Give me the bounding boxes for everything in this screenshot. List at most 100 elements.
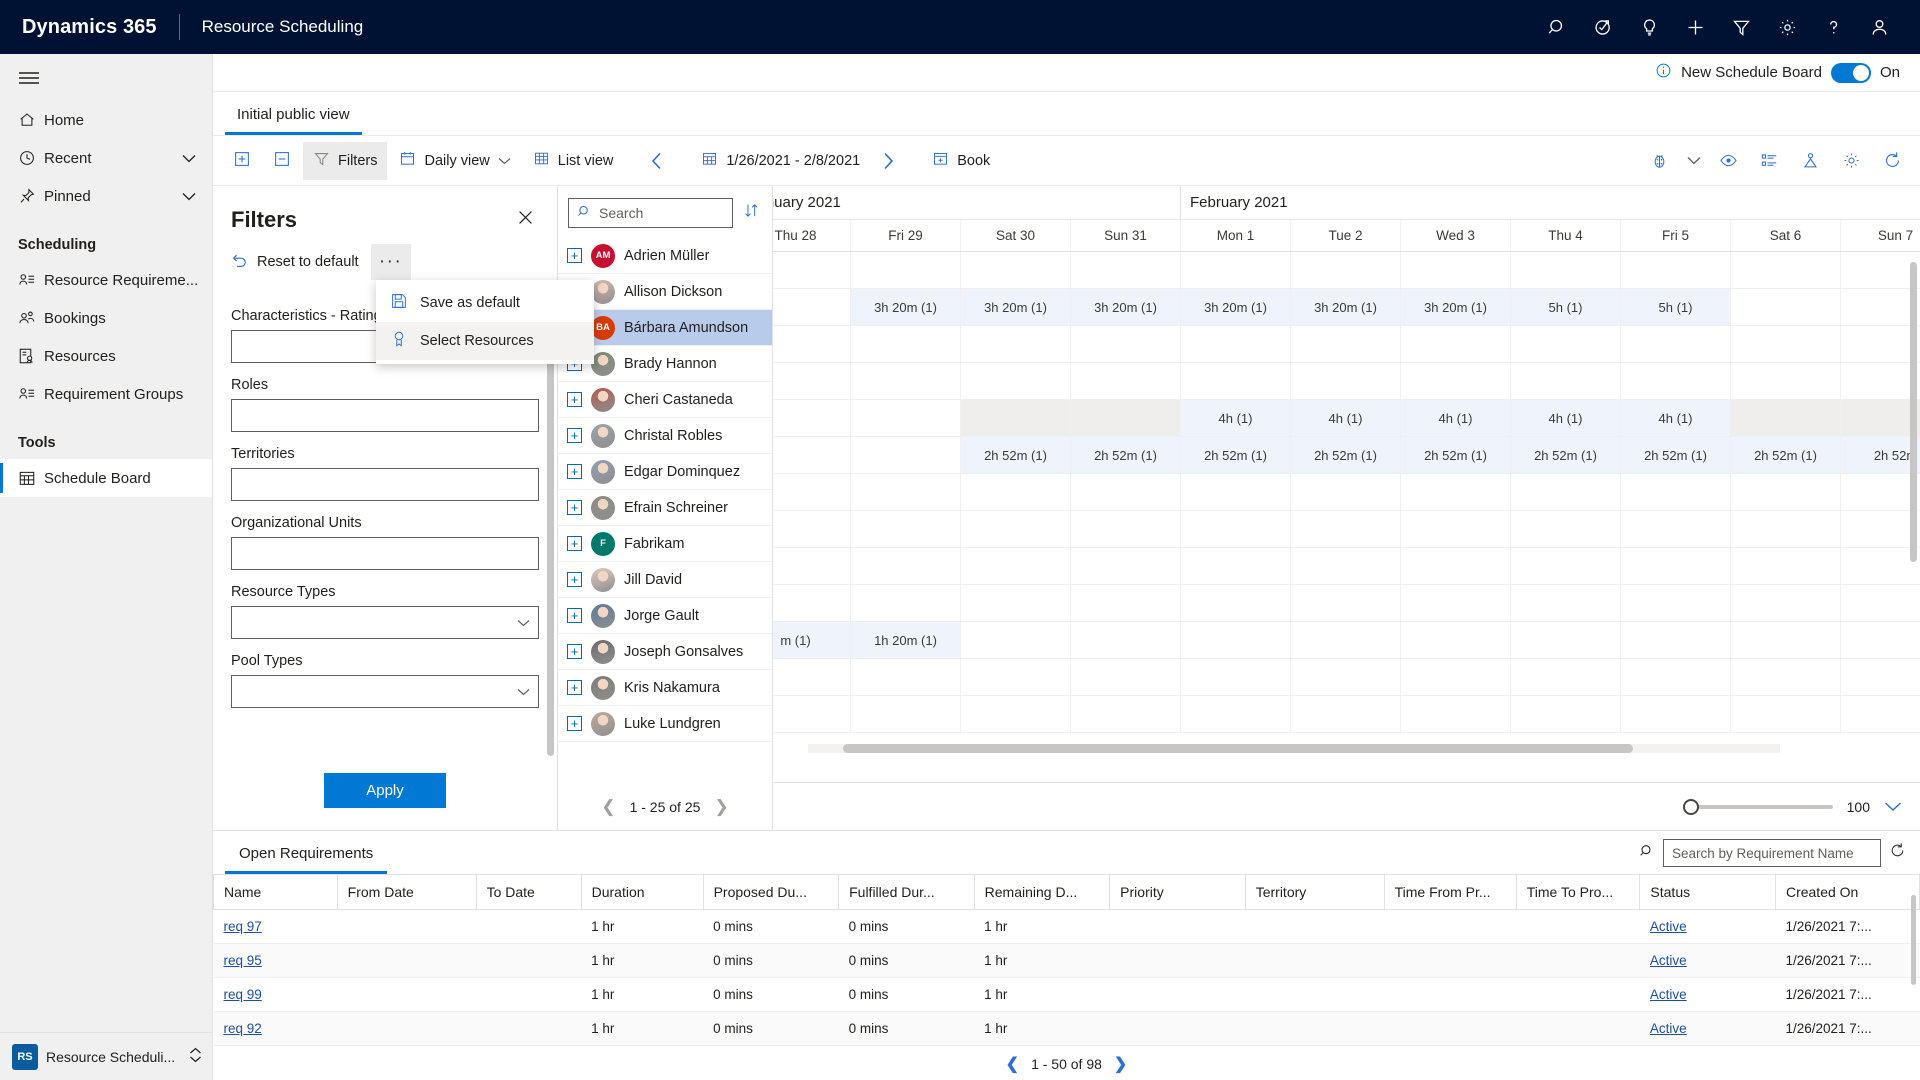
schedule-cell[interactable] bbox=[1291, 326, 1401, 362]
schedule-cell[interactable] bbox=[1291, 252, 1401, 288]
chevron-down-icon[interactable] bbox=[180, 192, 198, 201]
schedule-cell[interactable] bbox=[1841, 696, 1920, 732]
schedule-cell[interactable] bbox=[1511, 363, 1621, 399]
tab-open-requirements[interactable]: Open Requirements bbox=[225, 841, 388, 874]
schedule-cell[interactable] bbox=[1071, 326, 1181, 362]
gear-icon[interactable] bbox=[1832, 142, 1871, 180]
table-cell-name[interactable]: req 99 bbox=[213, 977, 338, 1012]
schedule-cell[interactable] bbox=[1401, 474, 1511, 510]
menu-item-save-as-default[interactable]: Save as default bbox=[376, 284, 594, 322]
schedule-cell[interactable] bbox=[1841, 622, 1920, 658]
schedule-cell[interactable] bbox=[1181, 622, 1291, 658]
schedule-cell[interactable] bbox=[1731, 511, 1841, 547]
schedule-cell[interactable] bbox=[1401, 363, 1511, 399]
schedule-cell[interactable] bbox=[851, 252, 961, 288]
sidebar-item-pinned[interactable]: Pinned bbox=[0, 177, 212, 215]
schedule-cell[interactable]: 3h 20m (1) bbox=[961, 289, 1071, 325]
organizational-units-input[interactable] bbox=[231, 537, 539, 570]
schedule-cell[interactable] bbox=[1291, 659, 1401, 695]
schedule-cell[interactable] bbox=[1841, 548, 1920, 584]
list-icon[interactable] bbox=[1750, 142, 1789, 180]
schedule-cell[interactable] bbox=[1181, 326, 1291, 362]
schedule-cell[interactable] bbox=[851, 400, 961, 436]
schedule-cell[interactable] bbox=[1841, 252, 1920, 288]
schedule-cell[interactable] bbox=[1621, 622, 1731, 658]
expand-resource-icon[interactable]: + bbox=[567, 608, 582, 623]
schedule-cell[interactable] bbox=[851, 659, 961, 695]
schedule-cell[interactable] bbox=[1181, 363, 1291, 399]
schedule-cell[interactable] bbox=[1731, 474, 1841, 510]
table-cell-status[interactable]: Active bbox=[1639, 909, 1776, 944]
schedule-cell[interactable]: 4h (1) bbox=[1511, 400, 1621, 436]
date-range-button[interactable]: 1/26/2021 - 2/8/2021 bbox=[691, 142, 870, 180]
requirement-link[interactable]: req 97 bbox=[224, 919, 262, 934]
expand-resource-icon[interactable]: + bbox=[567, 644, 582, 659]
schedule-hscroll-track[interactable] bbox=[808, 744, 1780, 753]
chevron-down-icon[interactable] bbox=[1681, 142, 1707, 180]
schedule-cell[interactable] bbox=[773, 252, 851, 288]
schedule-cell[interactable] bbox=[1621, 511, 1731, 547]
column-header[interactable]: Priority bbox=[1109, 874, 1246, 910]
zoom-slider[interactable] bbox=[1682, 798, 1833, 816]
refresh-icon[interactable] bbox=[1889, 842, 1906, 864]
filters-button[interactable]: Filters bbox=[303, 141, 388, 180]
schedule-cell[interactable]: 2h 52m (1) bbox=[1181, 437, 1291, 473]
schedule-cell[interactable] bbox=[1621, 585, 1731, 621]
schedule-cell[interactable] bbox=[1181, 548, 1291, 584]
schedule-cell[interactable] bbox=[1071, 622, 1181, 658]
map-pin-person-icon[interactable] bbox=[1791, 142, 1830, 180]
info-icon[interactable] bbox=[1655, 62, 1672, 83]
search-icon[interactable] bbox=[1639, 843, 1655, 864]
filter-icon[interactable] bbox=[1718, 4, 1764, 50]
next-period-button[interactable] bbox=[872, 142, 904, 180]
schedule-cell[interactable] bbox=[1841, 363, 1920, 399]
chevron-down-icon[interactable] bbox=[498, 153, 511, 169]
schedule-cell[interactable] bbox=[961, 474, 1071, 510]
resource-row[interactable]: + Cheri Castaneda bbox=[558, 382, 772, 418]
schedule-cell[interactable]: 5h (1) bbox=[1621, 289, 1731, 325]
resource-row[interactable]: + Kris Nakamura bbox=[558, 670, 772, 706]
table-cell-status[interactable]: Active bbox=[1639, 977, 1776, 1012]
column-header[interactable]: Proposed Du... bbox=[703, 874, 840, 910]
schedule-cell[interactable] bbox=[1071, 363, 1181, 399]
chevron-down-icon[interactable] bbox=[180, 154, 198, 163]
requirement-link[interactable]: req 95 bbox=[224, 953, 262, 968]
daily-view-button[interactable]: Daily view bbox=[389, 142, 520, 180]
schedule-cell[interactable] bbox=[1841, 511, 1920, 547]
schedule-cell[interactable] bbox=[1511, 326, 1621, 362]
schedule-cell[interactable] bbox=[1291, 548, 1401, 584]
schedule-cell[interactable] bbox=[1181, 252, 1291, 288]
brand-title[interactable]: Dynamics 365 bbox=[22, 16, 157, 39]
schedule-cell[interactable] bbox=[1181, 474, 1291, 510]
previous-period-button[interactable] bbox=[641, 142, 673, 180]
expand-resource-icon[interactable]: + bbox=[567, 248, 582, 263]
expand-resource-icon[interactable]: + bbox=[567, 680, 582, 695]
schedule-cell[interactable] bbox=[1841, 400, 1920, 436]
table-row[interactable]: req 99 1 hr 0 mins 0 mins 1 hr Active 1/26/202… bbox=[213, 977, 1920, 1012]
resource-row[interactable]: + AM Adrien Müller bbox=[558, 238, 772, 274]
sidebar-item-requirement-groups[interactable]: Requirement Groups bbox=[0, 375, 212, 413]
schedule-cell[interactable] bbox=[1511, 696, 1621, 732]
schedule-cell[interactable] bbox=[1621, 363, 1731, 399]
schedule-cell[interactable]: 2h 52m (1) bbox=[961, 437, 1071, 473]
schedule-cell[interactable] bbox=[1621, 696, 1731, 732]
requirements-next-page[interactable]: ❯ bbox=[1114, 1054, 1127, 1074]
schedule-cell[interactable]: 2h 52m (1) bbox=[1291, 437, 1401, 473]
schedule-cell[interactable] bbox=[1071, 548, 1181, 584]
resource-row[interactable]: + F Fabrikam bbox=[558, 526, 772, 562]
resource-row[interactable]: + Luke Lundgren bbox=[558, 706, 772, 742]
close-icon[interactable] bbox=[512, 204, 539, 236]
expand-resource-icon[interactable]: + bbox=[567, 500, 582, 515]
requirements-search-input[interactable]: Search by Requirement Name bbox=[1663, 839, 1881, 867]
schedule-cell[interactable] bbox=[1731, 326, 1841, 362]
schedule-cell[interactable] bbox=[961, 326, 1071, 362]
expand-resource-icon[interactable]: + bbox=[567, 464, 582, 479]
schedule-cell[interactable] bbox=[961, 511, 1071, 547]
expand-resource-icon[interactable]: + bbox=[567, 716, 582, 731]
schedule-cell[interactable] bbox=[1621, 326, 1731, 362]
schedule-cell[interactable] bbox=[773, 474, 851, 510]
schedule-cell[interactable] bbox=[851, 326, 961, 362]
table-cell-status[interactable]: Active bbox=[1639, 943, 1776, 978]
schedule-cell[interactable]: 3h 20m (1) bbox=[1291, 289, 1401, 325]
column-header[interactable]: Duration bbox=[581, 874, 704, 910]
